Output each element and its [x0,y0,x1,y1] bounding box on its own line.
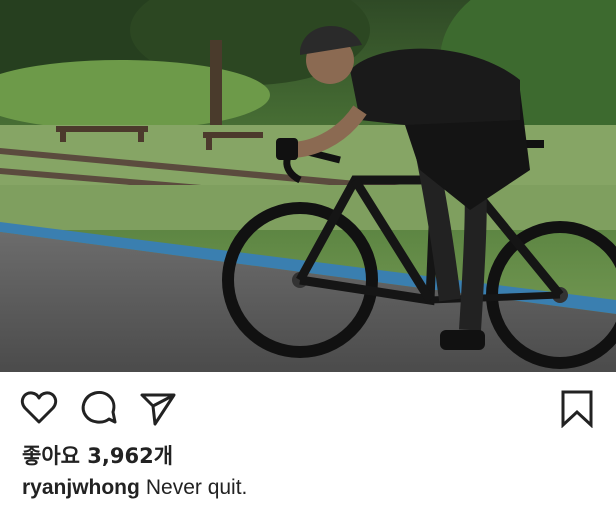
likes-number: 3,962 [87,444,154,468]
post-caption: ryanjwhong Never quit. [22,476,247,500]
cyclist-photo [0,0,616,372]
caption-text: Never quit. [145,476,248,499]
bookmark-icon[interactable] [557,388,597,428]
post-action-bar [0,372,616,440]
instagram-post: 좋아요 3,962개 ryanjwhong Never quit. [0,0,616,507]
paper-plane-icon[interactable] [138,388,178,428]
heart-icon[interactable] [19,388,59,428]
likes-label: 좋아요 [22,444,80,468]
caption-username[interactable]: ryanjwhong [22,476,140,499]
speech-bubble-icon[interactable] [79,388,119,428]
likes-count[interactable]: 좋아요 3,962개 [22,440,173,470]
likes-suffix: 개 [153,444,174,468]
post-photo[interactable] [0,0,616,372]
